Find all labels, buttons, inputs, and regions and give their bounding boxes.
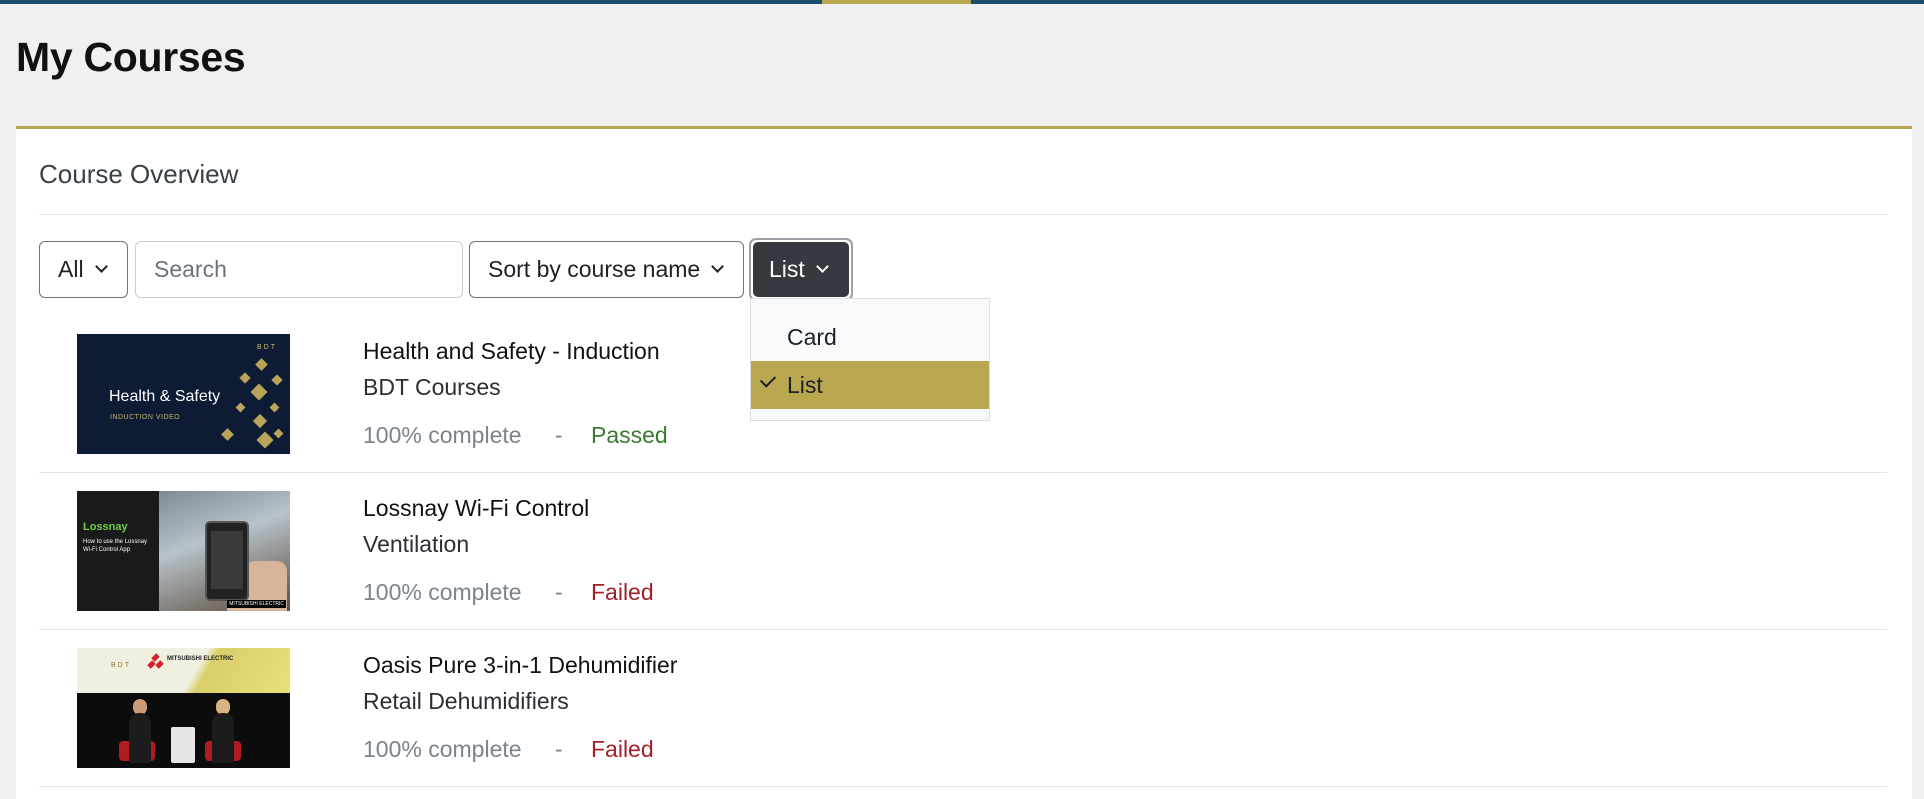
separator: -: [555, 579, 563, 605]
menu-item-list[interactable]: List: [751, 361, 989, 409]
thumbnail-panel: Lossnay How to use the Lossnay Wi-Fi Con…: [77, 491, 159, 611]
course-title-link[interactable]: Lossnay Wi-Fi Control: [363, 495, 589, 522]
chevron-down-icon: [94, 260, 108, 273]
sort-label: Sort by course name: [488, 256, 701, 282]
view-mode-menu: Card List: [750, 298, 990, 421]
search-input[interactable]: Search: [135, 241, 463, 298]
block-title: Course Overview: [39, 159, 239, 189]
menu-item-label: List: [787, 371, 823, 398]
course-title-link[interactable]: Health and Safety - Induction: [363, 338, 660, 365]
course-category: BDT Courses: [363, 374, 501, 400]
mitsubishi-logo: MITSUBISHI ELECTRIC: [227, 600, 286, 608]
diamond-decoration: [269, 402, 280, 413]
menu-item-card[interactable]: Card: [751, 313, 989, 361]
bdt-logo: BDT: [257, 344, 277, 351]
diamond-decoration: [221, 428, 234, 441]
course-progress: 100% complete: [363, 579, 522, 605]
course-progress: 100% complete: [363, 422, 522, 448]
course-title-link[interactable]: Oasis Pure 3-in-1 Dehumidifier: [363, 652, 677, 679]
search-placeholder: Search: [154, 256, 227, 282]
course-thumbnail[interactable]: Lossnay How to use the Lossnay Wi-Fi Con…: [77, 491, 290, 611]
lossnay-logo: Lossnay: [83, 521, 128, 533]
phone-photo: [205, 521, 249, 601]
mitsubishi-logo: MITSUBISHI ELECTRIC: [167, 656, 234, 662]
diamond-decoration: [273, 428, 284, 439]
sort-dropdown[interactable]: Sort by course name: [469, 241, 744, 298]
thumbnail-title: Health & Safety: [109, 388, 221, 405]
diamond-decoration: [235, 402, 246, 413]
view-mode-dropdown[interactable]: List: [749, 238, 853, 301]
chevron-down-icon: [815, 260, 829, 273]
checkmark-icon: [759, 371, 777, 388]
view-mode-button[interactable]: List: [753, 242, 849, 297]
mitsubishi-diamonds-icon: [147, 653, 164, 669]
grouping-filter-dropdown[interactable]: All: [39, 241, 128, 298]
dehumidifier-photo: [171, 727, 195, 763]
course-status: Failed: [591, 579, 654, 605]
page-title: My Courses: [16, 34, 246, 80]
menu-item-label: Card: [787, 323, 837, 350]
separator: -: [555, 736, 563, 762]
course-overview-block: Course Overview All Search Sort by cours…: [16, 126, 1912, 799]
course-progress: 100% complete: [363, 736, 522, 762]
course-thumbnail[interactable]: BDT Health & Safety INDUCTION VIDEO: [77, 334, 290, 454]
diamond-decoration: [250, 383, 268, 401]
divider: [39, 214, 1888, 215]
course-status: Passed: [591, 422, 668, 448]
course-status: Failed: [591, 736, 654, 762]
course-category: Retail Dehumidifiers: [363, 688, 569, 714]
bdt-logo: BDT: [111, 662, 131, 669]
diamond-decoration: [252, 413, 268, 429]
view-mode-label: List: [769, 256, 805, 282]
separator: -: [555, 422, 563, 448]
course-list-item[interactable]: BDT MITSUBISHI ELECTRIC Oasis Pure 3-in-…: [39, 630, 1887, 787]
active-nav-indicator: [822, 0, 971, 4]
thumbnail-text: How to use the Lossnay Wi-Fi Control App: [83, 539, 148, 553]
course-thumbnail[interactable]: BDT MITSUBISHI ELECTRIC: [77, 648, 290, 768]
course-list-item[interactable]: Lossnay How to use the Lossnay Wi-Fi Con…: [39, 473, 1887, 630]
chevron-down-icon: [711, 260, 725, 273]
filter-label: All: [58, 256, 84, 282]
course-category: Ventilation: [363, 531, 470, 557]
diamond-decoration: [256, 431, 274, 449]
thumbnail-subtitle: INDUCTION VIDEO: [110, 414, 181, 421]
studio-banner: BDT MITSUBISHI ELECTRIC: [77, 648, 290, 693]
diamond-decoration: [239, 372, 251, 384]
diamond-decoration: [255, 358, 268, 371]
studio-photo: [77, 693, 290, 768]
diamond-decoration: [271, 374, 283, 386]
